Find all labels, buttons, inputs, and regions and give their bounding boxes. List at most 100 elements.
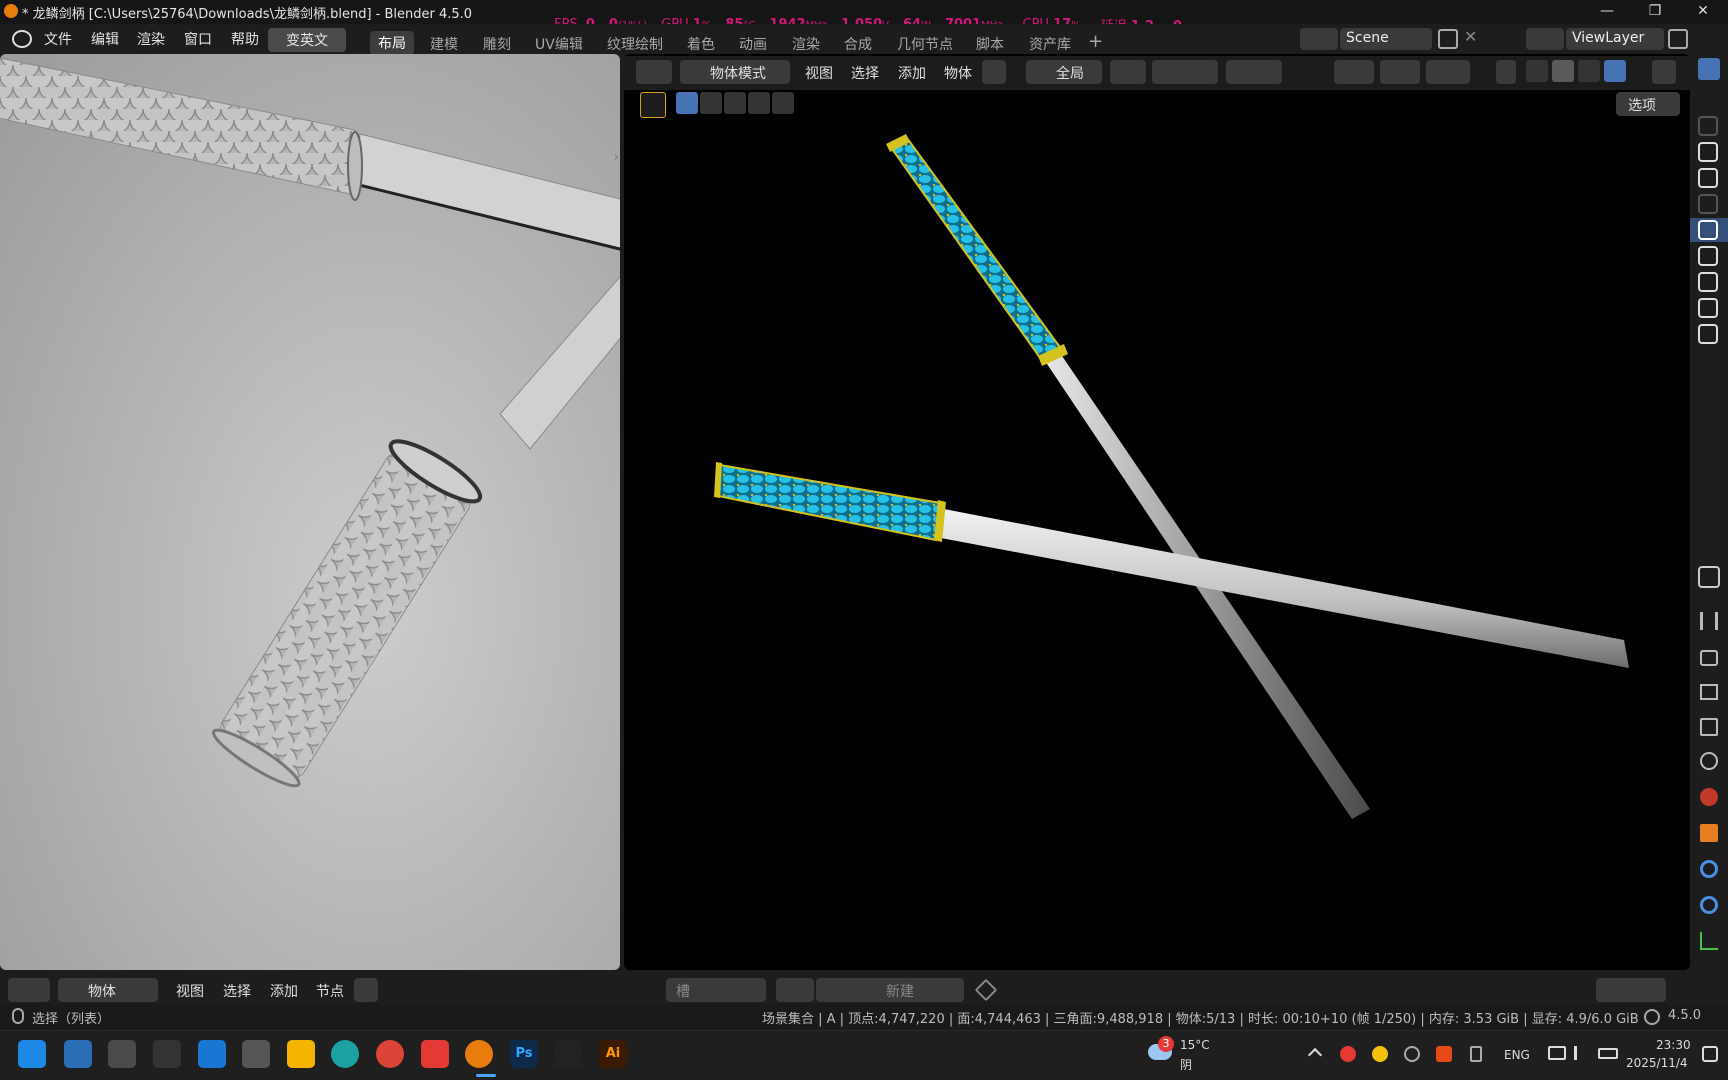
overlay-icon[interactable] bbox=[1426, 60, 1470, 84]
tab-assets[interactable]: 资产库 bbox=[1029, 34, 1071, 54]
windows-start-icon[interactable] bbox=[18, 1040, 46, 1068]
solid-shading-icon[interactable] bbox=[1552, 60, 1574, 82]
illustrator-icon[interactable]: Ai bbox=[599, 1040, 627, 1068]
camera-app-icon[interactable] bbox=[108, 1040, 136, 1068]
tool-properties-icon[interactable] bbox=[1698, 566, 1720, 588]
edge-icon[interactable] bbox=[331, 1040, 359, 1068]
left-viewport[interactable] bbox=[0, 54, 620, 970]
tab-geometry-nodes[interactable]: 几何节点 bbox=[897, 34, 953, 54]
slot-dropdown[interactable]: 槽 bbox=[666, 978, 766, 1002]
scene-properties-icon[interactable] bbox=[1700, 752, 1718, 770]
chrome-icon[interactable] bbox=[376, 1040, 404, 1068]
rendered-shading-icon[interactable] bbox=[1604, 60, 1626, 82]
new-view-layer-icon[interactable] bbox=[1668, 29, 1688, 49]
tray-app-icon[interactable] bbox=[1340, 1046, 1356, 1062]
left-panel-collapse-icon[interactable]: › bbox=[614, 150, 622, 170]
object-data-properties-icon[interactable] bbox=[1700, 932, 1718, 950]
tab-animation[interactable]: 动画 bbox=[739, 34, 767, 54]
inkscape-like-icon[interactable] bbox=[554, 1040, 582, 1068]
overlay-toggle-icon[interactable] bbox=[1596, 978, 1666, 1002]
unity-icon[interactable] bbox=[153, 1040, 181, 1068]
snap-icon[interactable] bbox=[1152, 60, 1218, 84]
material-browse-button[interactable] bbox=[776, 978, 814, 1002]
battery-icon[interactable] bbox=[1598, 1048, 1618, 1059]
menu-view[interactable]: 视图 bbox=[176, 981, 204, 1001]
render-properties-icon[interactable] bbox=[1700, 650, 1718, 666]
photoshop-icon[interactable]: Ps bbox=[510, 1040, 538, 1068]
menu-view[interactable]: 视图 bbox=[805, 63, 833, 83]
object-mode-dropdown[interactable]: 物体模式 bbox=[680, 60, 790, 84]
scene-selector-button[interactable] bbox=[1300, 28, 1338, 50]
select-subtract-icon[interactable] bbox=[724, 92, 746, 114]
tab-uv[interactable]: UV编辑 bbox=[535, 34, 583, 54]
camera-icon[interactable] bbox=[1698, 194, 1718, 214]
volume-icon[interactable] bbox=[1574, 1046, 1588, 1060]
camera-icon[interactable] bbox=[1698, 298, 1718, 318]
pin-icon[interactable] bbox=[974, 978, 998, 1002]
weather-app-icon[interactable] bbox=[64, 1040, 92, 1068]
transform-orientation-dropdown[interactable]: 全局 bbox=[1026, 60, 1102, 84]
blender-icon[interactable] bbox=[465, 1040, 493, 1068]
select-new-icon[interactable] bbox=[676, 92, 698, 114]
tab-scripting[interactable]: 脚本 bbox=[976, 34, 1004, 54]
vscode-like-icon[interactable] bbox=[198, 1040, 226, 1068]
tab-texture-paint[interactable]: 纹理绘制 bbox=[607, 34, 663, 54]
select-invert-icon[interactable] bbox=[748, 92, 770, 114]
menu-window[interactable]: 窗口 bbox=[184, 29, 212, 49]
tab-modeling[interactable]: 建模 bbox=[430, 34, 458, 54]
constraint-properties-icon[interactable] bbox=[1700, 896, 1718, 914]
camera-icon[interactable] bbox=[1698, 324, 1718, 344]
output-properties-icon[interactable] bbox=[1700, 684, 1718, 700]
pause-render-icon[interactable] bbox=[1652, 60, 1676, 84]
camera-icon[interactable] bbox=[1698, 142, 1718, 162]
gizmo-icon[interactable] bbox=[1380, 60, 1420, 84]
camera-icon[interactable] bbox=[1698, 272, 1718, 292]
tab-shading[interactable]: 着色 bbox=[687, 34, 715, 54]
menu-edit[interactable]: 编辑 bbox=[91, 29, 119, 49]
menu-add[interactable]: 添加 bbox=[270, 981, 298, 1001]
delete-scene-icon[interactable]: ✕ bbox=[1464, 27, 1477, 46]
file-explorer-icon[interactable] bbox=[287, 1040, 315, 1068]
camera-icon[interactable] bbox=[1698, 116, 1718, 136]
tray-office-icon[interactable] bbox=[1436, 1046, 1452, 1062]
translate-button[interactable]: 变英文 bbox=[268, 28, 346, 52]
tab-compositing[interactable]: 合成 bbox=[844, 34, 872, 54]
xray-icon[interactable] bbox=[1496, 60, 1516, 84]
menu-select[interactable]: 选择 bbox=[223, 981, 251, 1001]
wireframe-shading-icon[interactable] bbox=[1526, 60, 1548, 82]
menu-render[interactable]: 渲染 bbox=[137, 29, 165, 49]
scene-name-field[interactable]: Scene bbox=[1340, 28, 1432, 50]
view-layer-properties-icon[interactable] bbox=[1700, 718, 1718, 736]
language-indicator[interactable]: ENG bbox=[1504, 1048, 1530, 1062]
new-material-button[interactable]: 新建 bbox=[816, 978, 964, 1002]
view-layer-selector-button[interactable] bbox=[1526, 28, 1564, 50]
view-layer-name-field[interactable]: ViewLayer bbox=[1566, 28, 1664, 50]
camera-icon[interactable] bbox=[1698, 246, 1718, 266]
notification-icon[interactable] bbox=[1702, 1046, 1718, 1062]
world-properties-icon[interactable] bbox=[1700, 788, 1718, 806]
minimize-button[interactable]: — bbox=[1584, 0, 1630, 24]
tray-sync-icon[interactable] bbox=[1404, 1046, 1420, 1062]
tab-sculpt[interactable]: 雕刻 bbox=[483, 34, 511, 54]
visibility-icon[interactable] bbox=[1334, 60, 1374, 84]
outliner-toggle-icon[interactable] bbox=[1698, 58, 1720, 80]
pivot-icon[interactable] bbox=[1110, 60, 1146, 84]
tab-rendering[interactable]: 渲染 bbox=[792, 34, 820, 54]
menu-add[interactable]: 添加 bbox=[898, 63, 926, 83]
network-icon[interactable] bbox=[1548, 1046, 1566, 1060]
maximize-button[interactable]: ❐ bbox=[1632, 0, 1678, 24]
menu-object[interactable]: 物体 bbox=[944, 63, 972, 83]
calculator-icon[interactable] bbox=[242, 1040, 270, 1068]
material-shading-icon[interactable] bbox=[1578, 60, 1600, 82]
blender-menu-icon[interactable] bbox=[12, 30, 32, 48]
hamburger-menu-icon[interactable] bbox=[982, 60, 1006, 84]
clock-date[interactable]: 2025/11/4 bbox=[1626, 1056, 1688, 1070]
tray-qq-icon[interactable] bbox=[1372, 1046, 1388, 1062]
tab-layout[interactable]: 布局 bbox=[370, 31, 414, 55]
camera-icon[interactable] bbox=[1698, 168, 1718, 188]
editor-type-button[interactable] bbox=[636, 60, 672, 84]
options-dropdown[interactable]: 选项 bbox=[1616, 92, 1680, 116]
proportional-edit-icon[interactable] bbox=[1226, 60, 1282, 84]
editor-type-button[interactable] bbox=[8, 978, 50, 1002]
menu-file[interactable]: 文件 bbox=[44, 29, 72, 49]
